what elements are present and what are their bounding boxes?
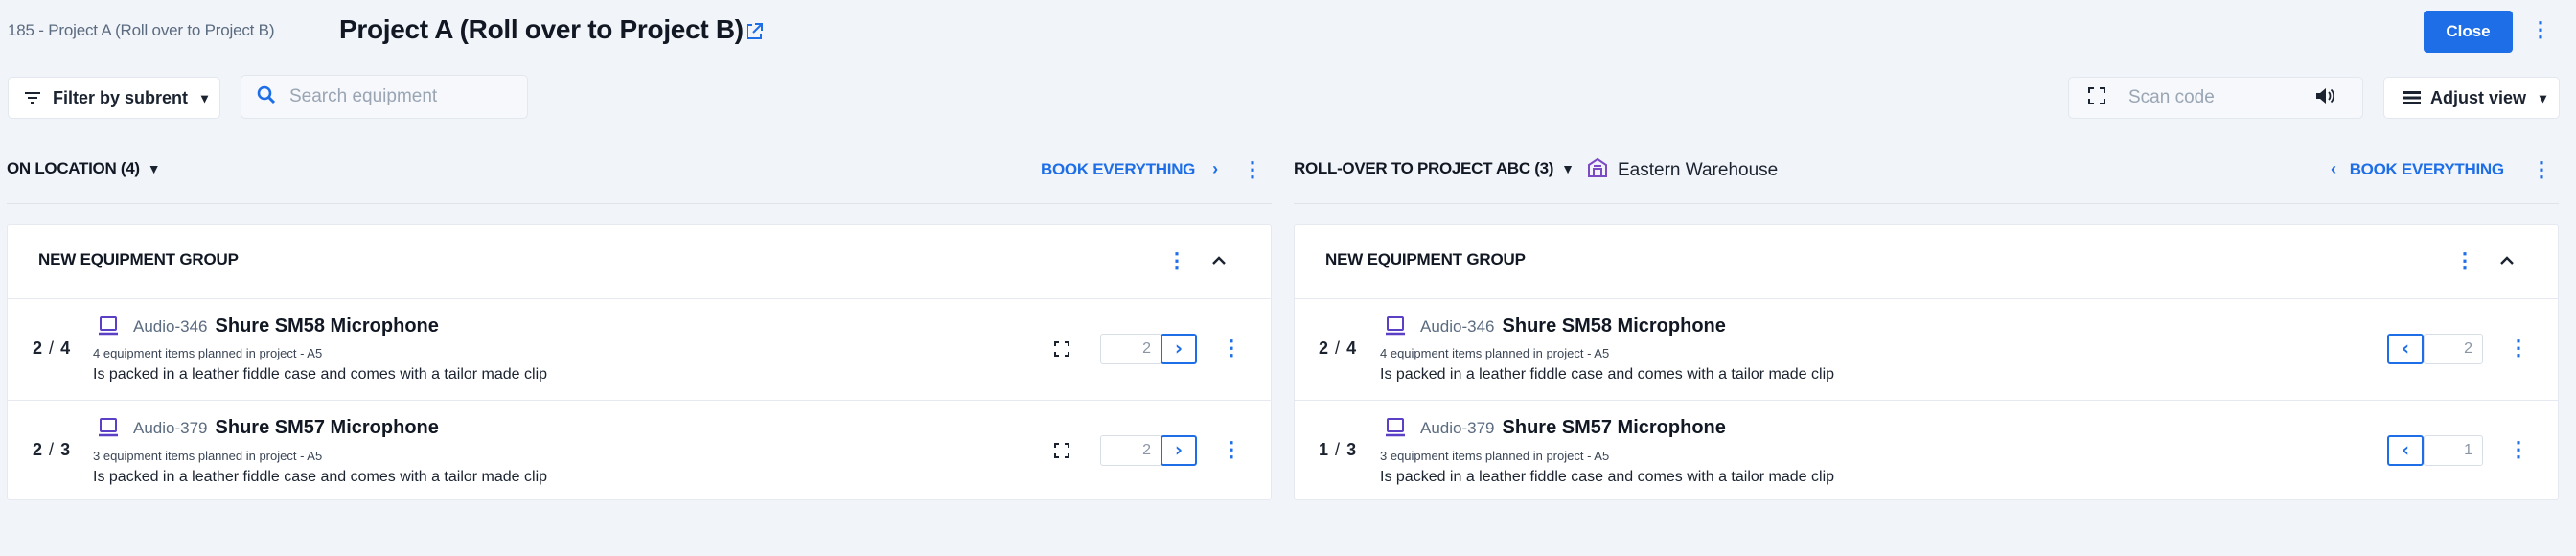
move-left-button[interactable]: ‹ xyxy=(2387,334,2424,364)
caret-down-icon: ▼ xyxy=(147,161,161,176)
quantity-input[interactable] xyxy=(2424,435,2483,466)
item-count: 2 / 4 xyxy=(1319,338,1358,358)
chevron-right-icon: › xyxy=(1212,159,1218,178)
item-count: 2 / 3 xyxy=(33,440,72,459)
collapse-chevron-icon[interactable] xyxy=(2499,253,2515,270)
roll-over-heading: ROLL-OVER TO PROJECT ABC (3) xyxy=(1294,159,1554,177)
scan-icon xyxy=(2088,86,2105,109)
table-row[interactable]: Audio-346 Shure SM58 Microphone xyxy=(1420,315,1726,337)
planned-count: 3 equipment items planned in project - A… xyxy=(93,449,323,463)
equipment-type-icon xyxy=(98,418,119,442)
item-more-icon[interactable]: ⋮ xyxy=(2508,337,2529,359)
left-book-everything-link[interactable]: BOOK EVERYTHING › xyxy=(1041,159,1218,179)
planned-count: 3 equipment items planned in project - A… xyxy=(1380,449,1610,463)
header-more-icon[interactable]: ⋮ xyxy=(2530,19,2551,40)
scan-icon[interactable] xyxy=(1054,443,1070,463)
item-more-icon[interactable]: ⋮ xyxy=(1221,439,1242,460)
quantity-input[interactable] xyxy=(1100,334,1162,364)
warehouse-selector[interactable]: Eastern Warehouse xyxy=(1587,157,1778,183)
on-location-heading: ON LOCATION (4) xyxy=(7,159,140,177)
page-title: Project A (Roll over to Project B) xyxy=(339,14,744,44)
warehouse-icon xyxy=(1587,157,1608,183)
right-column-more-icon[interactable]: ⋮ xyxy=(2531,159,2552,180)
chevron-down-icon: ▾ xyxy=(2540,89,2547,105)
move-left-button[interactable]: ‹ xyxy=(2387,435,2424,466)
table-row[interactable]: Audio-346 Shure SM58 Microphone xyxy=(133,315,439,337)
sound-icon[interactable] xyxy=(2314,86,2335,110)
chevron-left-icon: ‹ xyxy=(2331,159,2336,178)
close-button[interactable]: Close xyxy=(2424,11,2513,53)
chevron-down-icon: ▾ xyxy=(201,89,209,105)
item-description: Is packed in a leather fiddle case and c… xyxy=(1380,469,1835,485)
planned-count: 4 equipment items planned in project - A… xyxy=(1380,346,1610,360)
item-count: 2 / 4 xyxy=(33,338,72,358)
equipment-code: Audio-346 xyxy=(1420,316,1495,336)
scan-code-field[interactable] xyxy=(2068,77,2363,119)
caret-down-icon: ▼ xyxy=(1561,161,1576,176)
warehouse-name: Eastern Warehouse xyxy=(1618,159,1779,180)
item-description: Is packed in a leather fiddle case and c… xyxy=(93,469,548,485)
row-separator xyxy=(7,400,1272,401)
on-location-dropdown[interactable]: ON LOCATION (4) ▼ xyxy=(7,159,161,178)
scan-code-input[interactable] xyxy=(2128,87,2301,108)
move-right-button[interactable]: › xyxy=(1161,435,1197,466)
item-more-icon[interactable]: ⋮ xyxy=(1221,337,1242,359)
filter-icon xyxy=(25,92,40,104)
item-count: 1 / 3 xyxy=(1319,440,1358,459)
equipment-code: Audio-346 xyxy=(133,316,208,336)
group-more-icon[interactable]: ⋮ xyxy=(1166,250,1187,271)
group-title: NEW EQUIPMENT GROUP xyxy=(1325,250,1526,268)
equipment-name[interactable]: Shure SM58 Microphone xyxy=(1503,315,1726,337)
row-separator xyxy=(1294,298,2559,299)
search-input[interactable] xyxy=(289,86,519,107)
equipment-type-icon xyxy=(1385,418,1406,442)
book-everything-label: BOOK EVERYTHING xyxy=(2349,159,2504,178)
move-right-button[interactable]: › xyxy=(1161,334,1197,364)
equipment-name[interactable]: Shure SM58 Microphone xyxy=(216,315,439,337)
quantity-input[interactable] xyxy=(1100,435,1162,466)
breadcrumb[interactable]: 185 - Project A (Roll over to Project B) xyxy=(8,21,274,40)
scan-icon[interactable] xyxy=(1054,341,1070,361)
item-more-icon[interactable]: ⋮ xyxy=(2508,439,2529,460)
right-divider xyxy=(1294,203,2559,204)
search-icon xyxy=(257,85,276,109)
external-link-icon[interactable] xyxy=(744,21,765,42)
table-row[interactable]: Audio-379 Shure SM57 Microphone xyxy=(133,417,439,439)
list-view-icon xyxy=(2404,91,2421,104)
group-title: NEW EQUIPMENT GROUP xyxy=(38,250,239,268)
equipment-code: Audio-379 xyxy=(1420,418,1495,437)
filter-label: Filter by subrent xyxy=(53,87,189,107)
equipment-name[interactable]: Shure SM57 Microphone xyxy=(216,417,439,439)
row-separator xyxy=(1294,400,2559,401)
adjust-view-label: Adjust view xyxy=(2430,87,2527,107)
left-divider xyxy=(7,203,1272,204)
left-column-more-icon[interactable]: ⋮ xyxy=(1242,159,1263,180)
right-book-everything-link[interactable]: ‹ BOOK EVERYTHING xyxy=(2331,159,2504,179)
item-description: Is packed in a leather fiddle case and c… xyxy=(93,366,548,382)
quantity-input[interactable] xyxy=(2424,334,2483,364)
planned-count: 4 equipment items planned in project - A… xyxy=(93,346,323,360)
equipment-code: Audio-379 xyxy=(133,418,208,437)
filter-by-subrent-button[interactable]: Filter by subrent ▾ xyxy=(8,77,220,119)
roll-over-dropdown[interactable]: ROLL-OVER TO PROJECT ABC (3) ▼ xyxy=(1294,159,1575,178)
collapse-chevron-icon[interactable] xyxy=(1211,253,1227,270)
table-row[interactable]: Audio-379 Shure SM57 Microphone xyxy=(1420,417,1726,439)
search-field[interactable] xyxy=(241,75,528,119)
book-everything-label: BOOK EVERYTHING xyxy=(1041,159,1196,178)
adjust-view-button[interactable]: Adjust view ▾ xyxy=(2383,77,2560,119)
equipment-type-icon xyxy=(1385,316,1406,340)
item-description: Is packed in a leather fiddle case and c… xyxy=(1380,366,1835,382)
equipment-name[interactable]: Shure SM57 Microphone xyxy=(1503,417,1726,439)
group-more-icon[interactable]: ⋮ xyxy=(2454,250,2475,271)
row-separator xyxy=(7,298,1272,299)
equipment-type-icon xyxy=(98,316,119,340)
